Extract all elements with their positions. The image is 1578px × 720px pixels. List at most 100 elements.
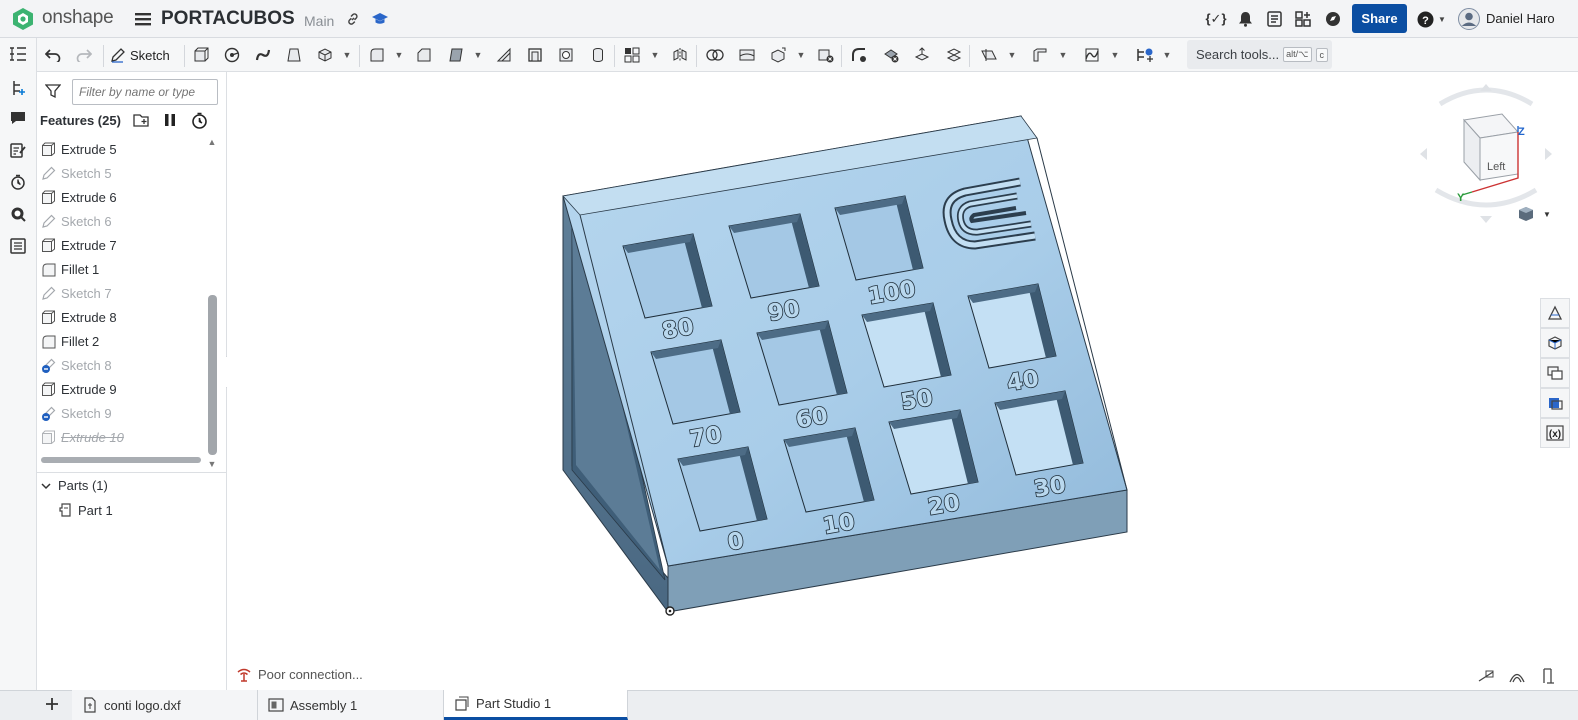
custom-features-icon[interactable] [1134, 44, 1156, 66]
share-button[interactable]: Share [1352, 4, 1407, 33]
properties-icon[interactable] [8, 140, 28, 160]
parts-collapse-chevron-icon[interactable] [39, 479, 53, 493]
redo-icon[interactable] [73, 44, 95, 66]
view-mode-dropdown-icon[interactable]: ▼ [1541, 208, 1553, 220]
comments-icon[interactable] [8, 108, 28, 128]
sheet-metal-icon[interactable] [1029, 44, 1051, 66]
education-icon[interactable] [371, 10, 389, 28]
view-left-arrow-icon[interactable] [1420, 148, 1427, 160]
link-icon[interactable] [344, 10, 362, 28]
document-title[interactable]: PORTACUBOS [161, 8, 295, 30]
help-icon[interactable]: ? [1415, 9, 1435, 29]
plane-dropdown-icon[interactable]: ▼ [1007, 48, 1017, 62]
feature-item-extrude-9[interactable]: Extrude 9 [40, 378, 205, 400]
chamfer-icon[interactable] [413, 44, 435, 66]
right-panel-configurations-button[interactable] [1540, 358, 1570, 388]
onshape-logo-icon[interactable] [10, 6, 36, 32]
scrollbar-thumb[interactable] [208, 295, 217, 455]
custom-features-dropdown-icon[interactable]: ▼ [1162, 48, 1172, 62]
insert-feature-icon[interactable] [8, 78, 28, 98]
notifications-bell-icon[interactable] [1235, 9, 1255, 29]
feature-item-extrude-5[interactable]: Extrude 5 [40, 138, 205, 160]
view-up-arrow-icon[interactable] [1480, 84, 1492, 91]
tab-assembly-1[interactable]: Assembly 1 [258, 690, 444, 720]
transform-icon[interactable] [767, 44, 789, 66]
feature-item-sketch-9[interactable]: Sketch 9 [40, 402, 205, 424]
document-list-icon[interactable] [1264, 9, 1284, 29]
fillet-dropdown-icon[interactable]: ▼ [394, 48, 404, 62]
right-panel-mass-properties-button[interactable] [1540, 328, 1570, 358]
right-panel-named-views-button[interactable] [1540, 388, 1570, 418]
feature-item-sketch-6[interactable]: Sketch 6 [40, 210, 205, 232]
pause-rollback-icon[interactable] [161, 111, 179, 129]
solid-tools-dropdown-icon[interactable]: ▼ [342, 48, 352, 62]
extrude-icon[interactable] [190, 44, 212, 66]
rib-icon[interactable] [493, 44, 515, 66]
history-icon[interactable] [8, 172, 28, 192]
fillet-icon[interactable] [366, 44, 388, 66]
view-right-arrow-icon[interactable] [1545, 148, 1552, 160]
loft-icon[interactable] [283, 44, 305, 66]
variables-icon[interactable]: {✓} [1206, 9, 1227, 29]
parts-header[interactable]: Parts (1) [58, 478, 108, 493]
draft-dropdown-icon[interactable]: ▼ [473, 48, 483, 62]
shell-icon[interactable] [524, 44, 546, 66]
right-panel-variables-button[interactable]: (x) [1540, 418, 1570, 448]
feature-list-icon[interactable] [8, 44, 28, 64]
replace-face-icon[interactable] [943, 44, 965, 66]
feature-item-extrude-10[interactable]: Extrude 10 [40, 426, 205, 448]
branch-label[interactable]: Main [304, 13, 334, 29]
feature-item-sketch-5[interactable]: Sketch 5 [40, 162, 205, 184]
mirror-icon[interactable] [669, 44, 691, 66]
feature-item-fillet-1[interactable]: Fillet 1 [40, 258, 205, 280]
view-cube-left-label[interactable]: Left [1487, 161, 1505, 173]
part-item[interactable]: Part 1 [58, 501, 113, 519]
portacubos-model[interactable]: 80 90 100 70 60 50 40 0 10 20 30 [555, 108, 1135, 620]
filter-icon[interactable] [44, 82, 62, 100]
right-panel-appearance-button[interactable] [1540, 298, 1570, 328]
search-tools-field[interactable]: Search tools... alt/⌥ c [1187, 40, 1332, 69]
brand-name[interactable]: onshape [42, 7, 114, 29]
thicken-icon[interactable] [314, 44, 336, 66]
horizontal-scrollbar[interactable] [41, 457, 201, 463]
feature-item-extrude-8[interactable]: Extrude 8 [40, 306, 205, 328]
sweep-icon[interactable] [252, 44, 274, 66]
analysis-icon[interactable] [8, 204, 28, 224]
feature-filter-input[interactable] [72, 79, 218, 105]
user-avatar-icon[interactable] [1458, 8, 1480, 30]
feature-item-fillet-2[interactable]: Fillet 2 [40, 330, 205, 352]
surface-dropdown-icon[interactable]: ▼ [1110, 48, 1120, 62]
feature-item-extrude-6[interactable]: Extrude 6 [40, 186, 205, 208]
undo-icon[interactable] [42, 44, 64, 66]
ruler-icon[interactable] [1540, 667, 1558, 685]
pattern-dropdown-icon[interactable]: ▼ [650, 48, 660, 62]
user-name[interactable]: Daniel Haro [1486, 11, 1555, 26]
surface-icon[interactable] [1081, 44, 1103, 66]
sheet-metal-dropdown-icon[interactable]: ▼ [1058, 48, 1068, 62]
tab-conti-logo-dxf[interactable]: conti logo.dxf [72, 690, 258, 720]
plane-icon[interactable] [978, 44, 1000, 66]
sketch-button[interactable]: Sketch [110, 44, 176, 66]
delete-part-icon[interactable] [815, 44, 837, 66]
feature-item-extrude-7[interactable]: Extrude 7 [40, 234, 205, 256]
add-tab-icon[interactable] [40, 692, 64, 716]
modify-fillet-icon[interactable] [848, 44, 870, 66]
view-mode-cube-icon[interactable] [1517, 205, 1535, 223]
move-face-icon[interactable] [911, 44, 933, 66]
add-folder-icon[interactable] [132, 111, 152, 129]
draft-icon[interactable] [445, 44, 467, 66]
boolean-icon[interactable] [704, 44, 726, 66]
feature-item-sketch-8[interactable]: Sketch 8 [40, 354, 205, 376]
split-icon[interactable] [736, 44, 758, 66]
cylinder-icon[interactable] [587, 44, 609, 66]
section-view-icon[interactable] [1508, 667, 1526, 685]
scroll-down-arrow-icon[interactable]: ▼ [206, 458, 218, 470]
transform-dropdown-icon[interactable]: ▼ [796, 48, 806, 62]
hamburger-menu-icon[interactable] [133, 9, 153, 29]
scroll-up-arrow-icon[interactable]: ▲ [206, 136, 218, 148]
view-down-arrow-icon[interactable] [1480, 216, 1492, 223]
app-store-icon[interactable] [1293, 9, 1313, 29]
tab-part-studio-1[interactable]: Part Studio 1 [444, 690, 628, 720]
help-dropdown-caret-icon[interactable]: ▼ [1437, 14, 1447, 24]
hole-icon[interactable] [555, 44, 577, 66]
